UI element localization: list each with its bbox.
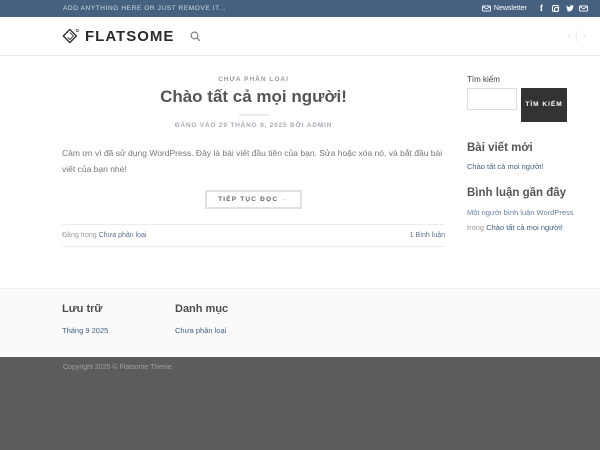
twitter-icon[interactable] <box>565 4 574 13</box>
search-submit-button[interactable]: TÌM KIẾM <box>521 88 567 122</box>
topbar-message: ADD ANYTHING HERE OR JUST REMOVE IT... <box>63 5 227 12</box>
blog-post: CHƯA PHÂN LOẠI Chào tất cả mọi người! ĐĂ… <box>62 56 445 248</box>
recent-comments-title: Bình luận gần đây <box>467 187 567 199</box>
comment-in-label: trong <box>467 222 485 232</box>
site-logo[interactable]: FLATSOME <box>62 28 174 45</box>
copyright-text: Copyright 2025 © Flatsome Theme <box>63 364 172 371</box>
post-title[interactable]: Chào tất cả mọi người! <box>62 87 445 107</box>
instagram-glyph <box>552 5 559 12</box>
footer-widgets: Lưu trữ Tháng 9 2025 Danh mục Chưa phân … <box>0 288 600 357</box>
nav-divider <box>576 30 578 42</box>
post-date: ĐĂNG VÀO 29 THÁNG 9, 2025 BỞI ADMIN <box>174 122 333 129</box>
main-content: CHƯA PHÂN LOẠI Chào tất cả mọi người! ĐĂ… <box>0 56 600 288</box>
newsletter-link[interactable]: Newsletter <box>482 5 527 12</box>
social-icons: f <box>537 4 588 13</box>
arrow-right-icon: → <box>281 196 289 204</box>
instagram-icon[interactable] <box>551 4 560 13</box>
search-icon[interactable] <box>190 31 201 42</box>
facebook-glyph: f <box>540 3 543 13</box>
post-category[interactable]: CHƯA PHÂN LOẠI <box>62 76 445 83</box>
recent-posts-title: Bài viết mới <box>467 142 533 154</box>
prev-post-arrow[interactable]: ‹ <box>568 30 572 42</box>
archives-widget: Lưu trữ Tháng 9 2025 <box>62 303 175 335</box>
categories-widget: Danh mục Chưa phân loại <box>175 303 288 335</box>
sidebar: Tìm kiếm TÌM KIẾM Bài viết mới Chào tất … <box>467 56 585 247</box>
categories-title: Danh mục <box>175 303 229 315</box>
envelope-icon <box>482 5 491 12</box>
search-widget: TÌM KIẾM <box>467 88 585 122</box>
facebook-icon[interactable]: f <box>537 4 546 13</box>
recent-comments-widget: Bình luận gần đây Một người bình luận Wo… <box>467 187 585 235</box>
comment-post-link[interactable]: Chào tất cả mọi người! <box>486 223 563 232</box>
recent-comment-entry: Một người bình luận WordPress trong Chào… <box>467 206 585 235</box>
flatsome-diamond-icon <box>62 28 79 44</box>
site-header: FLATSOME ‹ › <box>0 17 600 56</box>
absolute-footer: Copyright 2025 © Flatsome Theme <box>0 357 600 450</box>
search-widget-title: Tìm kiếm <box>467 75 500 84</box>
next-post-arrow[interactable]: › <box>582 30 586 42</box>
post-meta: Đăng trong Chưa phân loại 1 Bình luận <box>62 224 445 248</box>
posted-in-label: Đăng trong <box>62 232 97 240</box>
topbar: ADD ANYTHING HERE OR JUST REMOVE IT... N… <box>0 0 600 17</box>
archive-link[interactable]: Tháng 9 2025 <box>62 326 175 335</box>
topbar-right: Newsletter f <box>482 4 588 13</box>
email-glyph <box>579 5 588 12</box>
post-navigation: ‹ › <box>568 30 586 42</box>
newsletter-label: Newsletter <box>493 5 527 12</box>
read-more-label: TIẾP TỤC ĐỌC <box>218 196 279 204</box>
read-more-button[interactable]: TIẾP TỤC ĐỌC → <box>205 190 302 210</box>
recent-posts-widget: Bài viết mới Chào tất cả mọi người! <box>467 142 585 171</box>
title-divider <box>238 114 269 116</box>
read-more-row: TIẾP TỤC ĐỌC → <box>62 188 445 210</box>
post-excerpt: Cảm ơn vì đã sử dụng WordPress. Đây là b… <box>62 148 443 175</box>
comment-author-link[interactable]: Một người bình luận WordPress <box>467 208 574 217</box>
posted-in: Đăng trong Chưa phân loại <box>62 232 146 239</box>
category-link[interactable]: Chưa phân loại <box>175 326 288 335</box>
email-icon[interactable] <box>579 4 588 13</box>
comments-link[interactable]: 1 Bình luận <box>410 232 445 239</box>
twitter-glyph <box>565 5 574 12</box>
post-category-link[interactable]: Chưa phân loại <box>99 232 147 239</box>
search-input[interactable] <box>467 88 517 110</box>
logo-text: FLATSOME <box>85 27 175 45</box>
recent-post-link[interactable]: Chào tất cả mọi người! <box>467 162 585 171</box>
archives-title: Lưu trữ <box>62 303 103 315</box>
